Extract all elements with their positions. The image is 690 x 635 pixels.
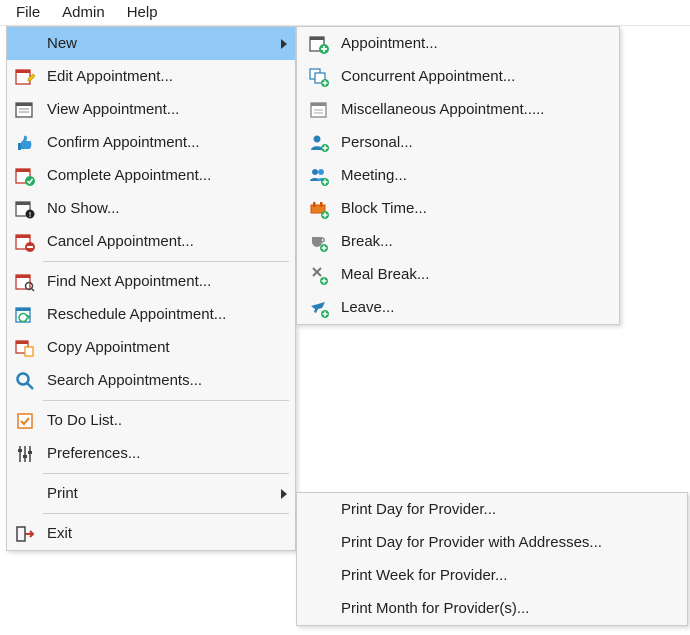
- calendar-view-icon: [13, 98, 37, 122]
- menu-exit[interactable]: Exit: [7, 517, 295, 550]
- calendar-misc-icon: [307, 98, 331, 122]
- menu-complete-appointment[interactable]: Complete Appointment...: [7, 159, 295, 192]
- submenu-concurrent[interactable]: Concurrent Appointment...: [297, 60, 619, 93]
- submenu-block-time[interactable]: Block Time...: [297, 192, 619, 225]
- submenu-print-month[interactable]: Print Month for Provider(s)...: [297, 592, 687, 625]
- svg-text:!: !: [29, 212, 31, 219]
- block-time-icon: [307, 197, 331, 221]
- menu-label: To Do List..: [47, 412, 287, 429]
- separator: [43, 261, 289, 262]
- menu-label: Print Month for Provider(s)...: [341, 600, 679, 617]
- cup-add-icon: [307, 230, 331, 254]
- calendar-cancel-icon: [13, 230, 37, 254]
- exit-icon: [13, 522, 37, 546]
- blank-icon: [13, 482, 37, 506]
- menu-label: Break...: [341, 233, 611, 250]
- print-submenu: Print Day for Provider... Print Day for …: [296, 492, 688, 626]
- calendar-concurrent-icon: [307, 65, 331, 89]
- submenu-print-day-addresses[interactable]: Print Day for Provider with Addresses...: [297, 526, 687, 559]
- people-add-icon: [307, 164, 331, 188]
- menu-label: Reschedule Appointment...: [47, 306, 287, 323]
- menu-label: Complete Appointment...: [47, 167, 287, 184]
- menubar-file[interactable]: File: [6, 2, 50, 23]
- calendar-reschedule-icon: [13, 303, 37, 327]
- menu-preferences[interactable]: Preferences...: [7, 437, 295, 470]
- cutlery-add-icon: [307, 263, 331, 287]
- menubar-help[interactable]: Help: [117, 2, 168, 23]
- menu-label: New: [47, 35, 273, 52]
- submenu-print-week[interactable]: Print Week for Provider...: [297, 559, 687, 592]
- menu-label: Edit Appointment...: [47, 68, 287, 85]
- calendar-edit-icon: [13, 65, 37, 89]
- menu-label: Print Week for Provider...: [341, 567, 679, 584]
- submenu-personal[interactable]: Personal...: [297, 126, 619, 159]
- file-dropdown: New Edit Appointment... View Appointment…: [6, 26, 296, 551]
- menu-label: Cancel Appointment...: [47, 233, 287, 250]
- submenu-print-day[interactable]: Print Day for Provider...: [297, 493, 687, 526]
- menu-label: Exit: [47, 525, 287, 542]
- menu-confirm-appointment[interactable]: Confirm Appointment...: [7, 126, 295, 159]
- menu-cancel-appointment[interactable]: Cancel Appointment...: [7, 225, 295, 258]
- menu-label: Print: [47, 485, 273, 502]
- menu-find-next[interactable]: Find Next Appointment...: [7, 265, 295, 298]
- menu-label: Concurrent Appointment...: [341, 68, 611, 85]
- sliders-icon: [13, 442, 37, 466]
- menu-label: Search Appointments...: [47, 372, 287, 389]
- menu-label: Meal Break...: [341, 266, 611, 283]
- menu-label: Preferences...: [47, 445, 287, 462]
- menu-label: Print Day for Provider with Addresses...: [341, 534, 679, 551]
- menu-label: Print Day for Provider...: [341, 501, 679, 518]
- menu-label: No Show...: [47, 200, 287, 217]
- separator: [43, 400, 289, 401]
- submenu-break[interactable]: Break...: [297, 225, 619, 258]
- menu-label: Leave...: [341, 299, 611, 316]
- menu-print[interactable]: Print: [7, 477, 295, 510]
- calendar-check-icon: [13, 164, 37, 188]
- menu-label: View Appointment...: [47, 101, 287, 118]
- menu-new[interactable]: New: [7, 27, 295, 60]
- submenu-meal-break[interactable]: Meal Break...: [297, 258, 619, 291]
- menu-label: Appointment...: [341, 35, 611, 52]
- submenu-appointment[interactable]: Appointment...: [297, 27, 619, 60]
- menu-no-show[interactable]: ! No Show...: [7, 192, 295, 225]
- todo-icon: [13, 409, 37, 433]
- chevron-right-icon: [281, 39, 287, 49]
- calendar-search-icon: [13, 270, 37, 294]
- calendar-add-icon: [307, 32, 331, 56]
- menu-label: Confirm Appointment...: [47, 134, 287, 151]
- submenu-meeting[interactable]: Meeting...: [297, 159, 619, 192]
- menu-reschedule[interactable]: Reschedule Appointment...: [7, 298, 295, 331]
- menu-label: Personal...: [341, 134, 611, 151]
- menu-label: Miscellaneous Appointment.....: [341, 101, 611, 118]
- menu-view-appointment[interactable]: View Appointment...: [7, 93, 295, 126]
- menu-edit-appointment[interactable]: Edit Appointment...: [7, 60, 295, 93]
- menu-label: Find Next Appointment...: [47, 273, 287, 290]
- search-icon: [13, 369, 37, 393]
- menu-copy-appointment[interactable]: Copy Appointment: [7, 331, 295, 364]
- menu-label: Block Time...: [341, 200, 611, 217]
- thumbs-up-icon: [13, 131, 37, 155]
- person-add-icon: [307, 131, 331, 155]
- submenu-misc[interactable]: Miscellaneous Appointment.....: [297, 93, 619, 126]
- menu-label: Meeting...: [341, 167, 611, 184]
- new-submenu: Appointment... Concurrent Appointment...…: [296, 26, 620, 325]
- separator: [43, 513, 289, 514]
- blank-icon: [13, 32, 37, 56]
- menu-todo-list[interactable]: To Do List..: [7, 404, 295, 437]
- menu-label: Copy Appointment: [47, 339, 287, 356]
- separator: [43, 473, 289, 474]
- chevron-right-icon: [281, 489, 287, 499]
- calendar-copy-icon: [13, 336, 37, 360]
- submenu-leave[interactable]: Leave...: [297, 291, 619, 324]
- menu-search-appointments[interactable]: Search Appointments...: [7, 364, 295, 397]
- calendar-alert-icon: !: [13, 197, 37, 221]
- menubar-admin[interactable]: Admin: [52, 2, 115, 23]
- plane-add-icon: [307, 296, 331, 320]
- menubar: File Admin Help: [0, 0, 690, 26]
